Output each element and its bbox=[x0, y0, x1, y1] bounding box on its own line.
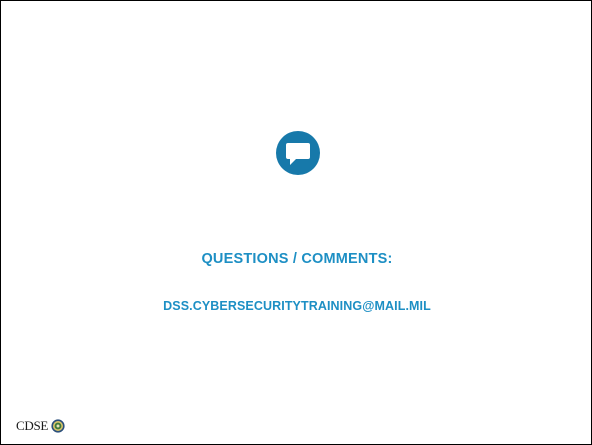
questions-heading: QUESTIONS / COMMENTS: bbox=[201, 251, 393, 267]
cdse-logo-text: CDSE bbox=[16, 418, 49, 433]
chat-bubble-icon bbox=[276, 131, 320, 175]
cdse-seal-icon bbox=[51, 419, 65, 433]
slide: QUESTIONS / COMMENTS: DSS.CYBERSECURITYT… bbox=[0, 0, 592, 445]
cdse-logo: CDSE bbox=[16, 418, 65, 434]
contact-email[interactable]: DSS.CYBERSECURITYTRAINING@MAIL.MIL bbox=[1, 299, 592, 313]
